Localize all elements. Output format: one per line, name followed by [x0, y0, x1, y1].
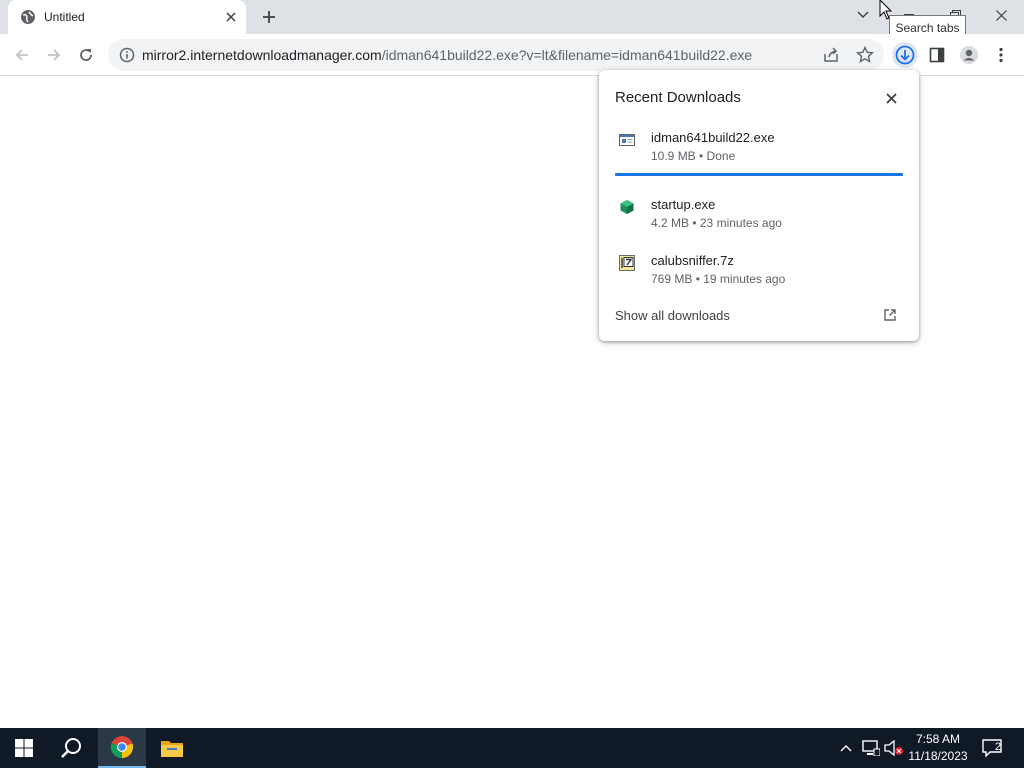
reload-icon[interactable] — [73, 42, 99, 68]
url-text: mirror2.internetdownloadmanager.com/idma… — [142, 47, 752, 63]
archive-icon — [619, 255, 635, 271]
installer-icon — [619, 132, 635, 148]
share-icon[interactable] — [822, 46, 840, 64]
downloads-button[interactable] — [892, 42, 918, 68]
network-icon[interactable] — [861, 738, 881, 758]
close-tab-icon[interactable] — [222, 8, 240, 26]
download-meta: 769 MB • 19 minutes ago — [651, 272, 786, 286]
download-name: calubsniffer.7z — [651, 253, 734, 268]
download-meta: 10.9 MB • Done — [651, 149, 736, 163]
download-item[interactable]: idman641build22.exe 10.9 MB • Done — [615, 128, 903, 172]
clock-date: 11/18/2023 — [908, 749, 968, 763]
download-name: startup.exe — [651, 197, 716, 212]
download-icon — [895, 45, 915, 65]
globe-icon — [20, 9, 36, 25]
download-name: idman641build22.exe — [651, 130, 775, 145]
file-explorer-icon[interactable] — [148, 728, 196, 768]
forward-arrow-icon[interactable] — [41, 42, 67, 68]
address-bar[interactable]: mirror2.internetdownloadmanager.com/idma… — [108, 39, 884, 71]
download-progress-bar — [615, 173, 903, 176]
tab-strip: Untitled Search tabs — [0, 0, 1024, 40]
green-cube-icon — [619, 199, 635, 215]
new-tab-button[interactable] — [258, 6, 280, 28]
back-arrow-icon[interactable] — [9, 42, 35, 68]
panel-title: Recent Downloads — [615, 89, 741, 106]
chrome-taskbar-icon[interactable] — [98, 728, 146, 768]
site-info-icon[interactable] — [119, 47, 135, 63]
search-icon[interactable] — [48, 728, 96, 768]
close-panel-icon[interactable] — [882, 89, 900, 107]
tab-untitled[interactable]: Untitled — [8, 0, 246, 34]
show-all-downloads-link[interactable]: Show all downloads — [615, 308, 730, 323]
side-panel-icon[interactable] — [924, 42, 950, 68]
windows-taskbar: 7:58 AM 11/18/2023 2 — [0, 728, 1024, 768]
clock-time: 7:58 AM — [915, 732, 961, 746]
tab-title: Untitled — [44, 10, 85, 24]
system-clock[interactable]: 7:58 AM 11/18/2023 — [904, 731, 972, 765]
windows-start-icon[interactable] — [0, 728, 48, 768]
close-window-icon[interactable] — [978, 0, 1024, 30]
download-item[interactable]: calubsniffer.7z 769 MB • 19 minutes ago — [615, 251, 903, 295]
notification-count: 2 — [995, 741, 1002, 753]
url-path: /idman641build22.exe?v=lt&filename=idman… — [381, 47, 753, 63]
menu-dots-icon[interactable] — [988, 42, 1014, 68]
url-host: mirror2.internetdownloadmanager.com — [142, 47, 382, 63]
open-in-new-icon[interactable] — [883, 308, 897, 322]
download-item[interactable]: startup.exe 4.2 MB • 23 minutes ago — [615, 195, 903, 239]
download-meta: 4.2 MB • 23 minutes ago — [651, 216, 782, 230]
recent-downloads-panel: Recent Downloads idman641build22.exe 10.… — [599, 70, 919, 341]
volume-muted-icon[interactable] — [884, 738, 904, 758]
profile-avatar-icon[interactable] — [956, 42, 982, 68]
bookmark-star-icon[interactable] — [855, 45, 875, 64]
chevron-up-icon[interactable] — [836, 738, 856, 758]
